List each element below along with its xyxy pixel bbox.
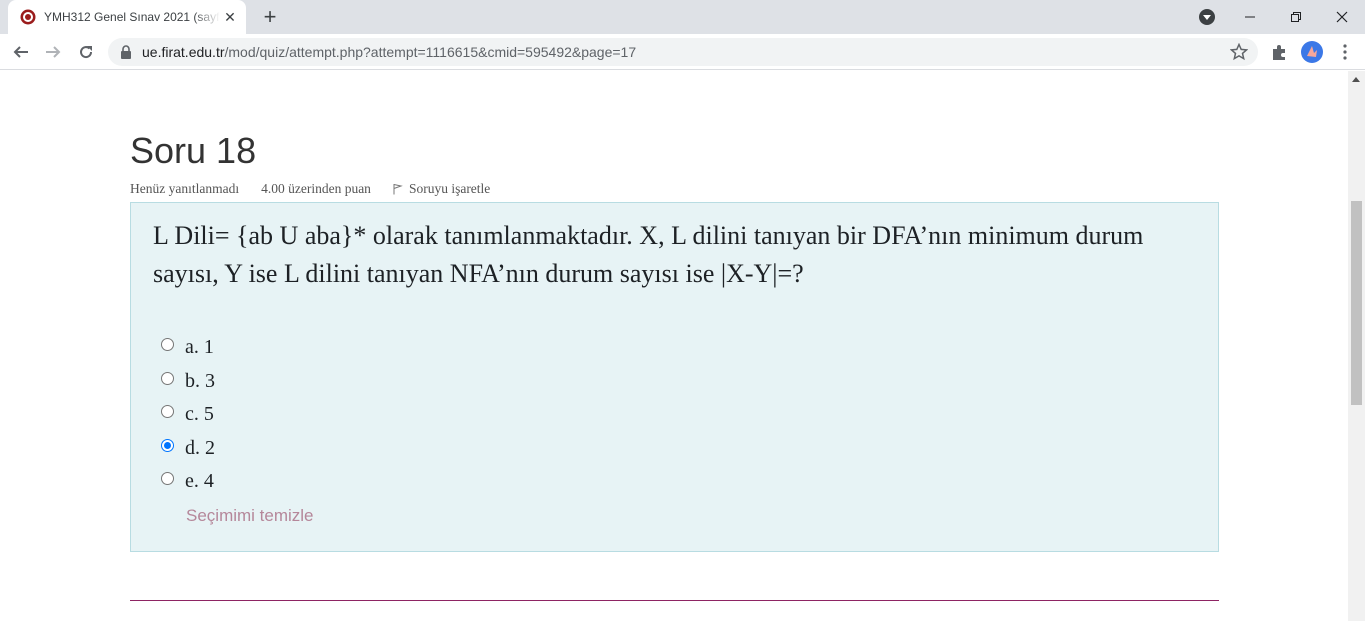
- minimize-button[interactable]: [1227, 0, 1273, 34]
- extensions-puzzle-icon[interactable]: [1270, 42, 1290, 62]
- tab-title: YMH312 Genel Sınav 2021 (sayfa 18): [44, 10, 220, 24]
- answer-label[interactable]: b. 3: [185, 370, 215, 393]
- site-favicon-icon: [20, 9, 36, 25]
- tab-search-icon[interactable]: [1199, 9, 1215, 25]
- avatar-icon: [1307, 46, 1317, 57]
- flag-label: Soruyu işaretle: [408, 181, 491, 196]
- answer-label[interactable]: d. 2: [185, 437, 215, 460]
- bookmark-star-icon[interactable]: [1230, 43, 1248, 61]
- profile-avatar[interactable]: [1301, 41, 1323, 63]
- restore-icon: [1291, 12, 1301, 22]
- more-menu-icon[interactable]: [1336, 42, 1354, 62]
- answer-label[interactable]: a. 1: [185, 336, 214, 359]
- answer-radio[interactable]: [161, 405, 174, 419]
- answer-option[interactable]: d. 2: [161, 432, 215, 466]
- tab-strip: YMH312 Genel Sınav 2021 (sayfa 18) ✕ +: [0, 0, 1365, 34]
- flag-icon: [393, 184, 403, 195]
- address-bar[interactable]: ue.firat.edu.tr/mod/quiz/attempt.php?att…: [108, 38, 1258, 66]
- question-grade: 4.00 üzerinden puan: [261, 181, 371, 196]
- question-info: Henüz yanıtlanmadı 4.00 üzerinden puan S…: [130, 181, 490, 197]
- answer-list: a. 1 b. 3 c. 5 d. 2 e. 4: [161, 331, 215, 499]
- answer-radio[interactable]: [161, 472, 174, 486]
- reload-icon: [80, 46, 93, 59]
- reload-button[interactable]: [72, 38, 100, 66]
- clear-choice-link[interactable]: Seçimimi temizle: [186, 506, 314, 526]
- question-text: L Dili= {ab U aba}* olarak tanımlanmakta…: [153, 221, 1144, 288]
- close-icon: [1336, 11, 1348, 23]
- flag-question-link[interactable]: Soruyu işaretle: [393, 181, 490, 197]
- browser-tab[interactable]: YMH312 Genel Sınav 2021 (sayfa 18) ✕: [8, 0, 246, 34]
- answer-label[interactable]: c. 5: [185, 403, 214, 426]
- url-path: /mod/quiz/attempt.php?attempt=1116615&cm…: [224, 44, 637, 60]
- close-window-button[interactable]: [1319, 0, 1365, 34]
- scroll-up-icon[interactable]: [1352, 77, 1360, 82]
- answer-option[interactable]: c. 5: [161, 398, 215, 432]
- restore-button[interactable]: [1273, 0, 1319, 34]
- answer-radio[interactable]: [161, 371, 174, 385]
- browser-toolbar: ue.firat.edu.tr/mod/quiz/attempt.php?att…: [0, 34, 1365, 70]
- arrow-left-icon: [13, 46, 28, 58]
- url-host: ue.firat.edu.tr: [142, 44, 225, 60]
- url-text: ue.firat.edu.tr/mod/quiz/attempt.php?att…: [142, 44, 636, 60]
- scroll-thumb[interactable]: [1351, 201, 1362, 405]
- tab-close-icon[interactable]: ✕: [222, 9, 238, 25]
- answer-label[interactable]: e. 4: [185, 470, 214, 493]
- answer-option[interactable]: b. 3: [161, 365, 215, 399]
- question-state: Henüz yanıtlanmadı: [130, 181, 240, 196]
- minimize-icon: [1245, 16, 1255, 18]
- lock-icon: [121, 45, 131, 59]
- page-divider: [130, 600, 1219, 601]
- answer-radio[interactable]: [161, 438, 174, 452]
- answer-option[interactable]: a. 1: [161, 331, 215, 365]
- question-formulation: L Dili= {ab U aba}* olarak tanımlanmakta…: [130, 202, 1219, 552]
- answer-radio[interactable]: [161, 338, 174, 352]
- answer-option[interactable]: e. 4: [161, 465, 215, 499]
- forward-button[interactable]: [39, 38, 67, 66]
- new-tab-button[interactable]: +: [258, 6, 282, 30]
- page-scrollbar[interactable]: [1348, 71, 1365, 621]
- back-button[interactable]: [7, 38, 35, 66]
- arrow-right-icon: [46, 46, 61, 58]
- question-title: Soru 18: [130, 130, 257, 171]
